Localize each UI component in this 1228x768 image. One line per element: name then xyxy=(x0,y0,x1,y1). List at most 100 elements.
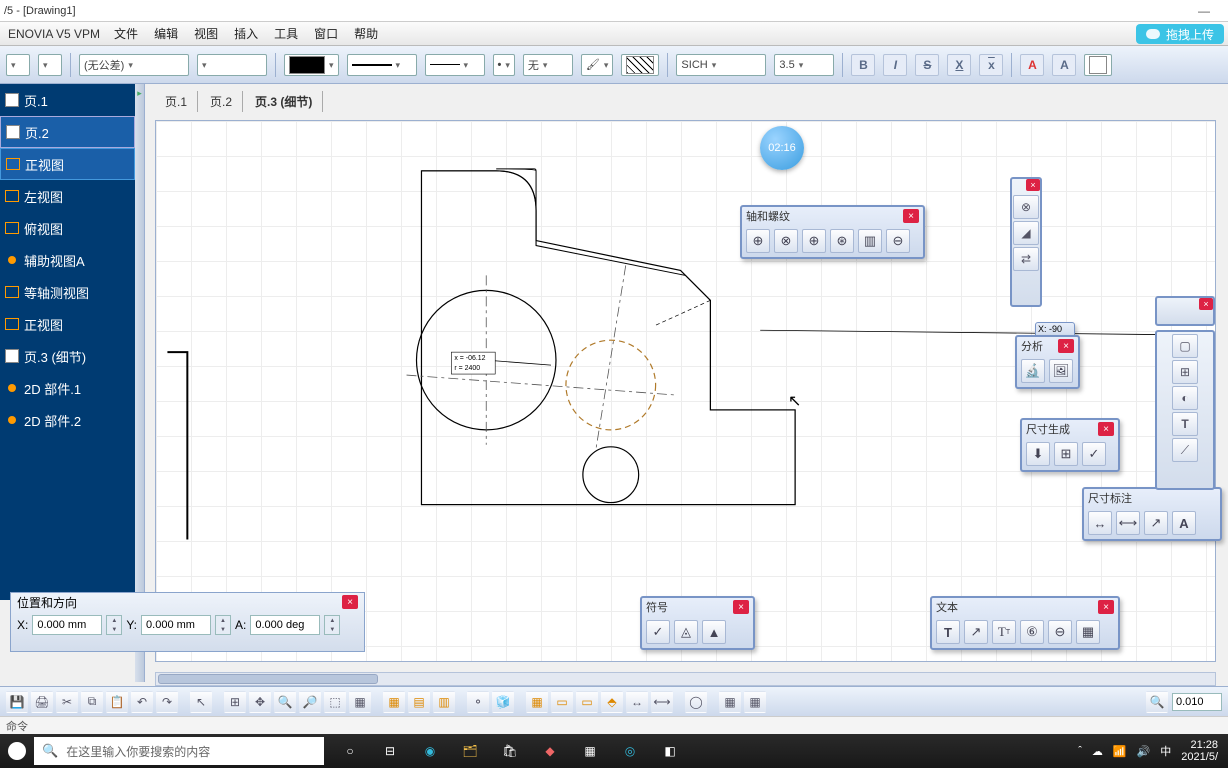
blank-dropdown-1[interactable] xyxy=(197,54,267,76)
symbol-btn-3[interactable]: ▲ xyxy=(702,620,726,644)
menu-help[interactable]: 帮助 xyxy=(346,25,386,42)
a-spinner[interactable]: ▲▼ xyxy=(324,615,340,635)
palette-mini-3[interactable]: ▢ ⊞ ◐ T ⟋ xyxy=(1155,330,1215,490)
app2-icon[interactable]: ▦ xyxy=(570,734,610,768)
zoom-input[interactable] xyxy=(1172,693,1222,711)
axis-btn-1[interactable]: ⊕ xyxy=(746,229,770,253)
overline-x-button[interactable]: x xyxy=(979,54,1003,76)
redo-icon[interactable]: ↷ xyxy=(156,691,178,713)
mini3-btn-5[interactable]: ⟋ xyxy=(1172,438,1198,462)
grid2-icon[interactable]: ▤ xyxy=(408,691,430,713)
palette-axis-thread[interactable]: 轴和螺纹× ⊕ ⊗ ⊕ ⊛ ▥ ⊖ xyxy=(740,205,925,259)
mini1-btn-3[interactable]: ⇄ xyxy=(1013,247,1039,271)
cloud-tray-icon[interactable]: ☁ xyxy=(1092,745,1103,758)
tree-item-sheet2[interactable]: 页.2 xyxy=(0,116,135,148)
close-icon[interactable]: × xyxy=(1098,422,1114,436)
a-input[interactable] xyxy=(250,615,320,635)
symbol-btn-1[interactable]: ✓ xyxy=(646,620,670,644)
axis-btn-2[interactable]: ⊗ xyxy=(774,229,798,253)
start-button[interactable] xyxy=(8,742,26,760)
palette-position-direction[interactable]: 位置和方向× X: ▲▼ Y: ▲▼ A: ▲▼ xyxy=(10,592,365,652)
tree-item-front-view-2[interactable]: 正视图 xyxy=(0,308,135,340)
tolerance-dropdown[interactable]: (无公差) xyxy=(79,54,189,76)
color-swatch-black[interactable] xyxy=(284,54,339,76)
zoomin-icon[interactable]: 🔍 xyxy=(274,691,296,713)
palette-mini-1[interactable]: × ⊗ ◢ ⇄ xyxy=(1010,177,1042,307)
tree-item-sheet3[interactable]: 页.3 (细节) xyxy=(0,340,135,372)
dimannot-btn-2[interactable]: ⟷ xyxy=(1116,511,1140,535)
misc2-icon[interactable]: ▦ xyxy=(744,691,766,713)
strike-button[interactable]: S xyxy=(915,54,939,76)
app4-icon[interactable]: ◧ xyxy=(650,734,690,768)
italic-button[interactable]: I xyxy=(883,54,907,76)
misc1-icon[interactable]: ▦ xyxy=(719,691,741,713)
menu-insert[interactable]: 插入 xyxy=(226,25,266,42)
grid3-icon[interactable]: ▥ xyxy=(433,691,455,713)
dimannot-btn-3[interactable]: ↗ xyxy=(1144,511,1168,535)
y-spinner[interactable]: ▲▼ xyxy=(215,615,231,635)
font-dropdown[interactable]: SICH xyxy=(676,54,766,76)
x-input[interactable] xyxy=(32,615,102,635)
close-icon[interactable]: × xyxy=(1058,339,1074,353)
tree-header[interactable]: 页.1 xyxy=(0,84,135,116)
tree-item-front-view[interactable]: 正视图 xyxy=(0,148,135,180)
tree-item-2dpart2[interactable]: 2D 部件.2 xyxy=(0,404,135,436)
axis-btn-3[interactable]: ⊕ xyxy=(802,229,826,253)
axis-btn-4[interactable]: ⊛ xyxy=(830,229,854,253)
grid4-icon[interactable]: ▦ xyxy=(526,691,548,713)
taskbar-clock[interactable]: 21:28 2021/5/ xyxy=(1181,739,1218,763)
app1-icon[interactable]: ◆ xyxy=(530,734,570,768)
layer1-icon[interactable]: ▭ xyxy=(551,691,573,713)
brush-icon-dropdown[interactable]: 🖌 xyxy=(581,54,614,76)
analysis-btn-2[interactable]: 🖼 xyxy=(1049,359,1073,383)
palette-symbol[interactable]: 符号× ✓ ◬ ▲ xyxy=(640,596,755,650)
edge-icon[interactable]: ◉ xyxy=(410,734,450,768)
none-dropdown[interactable]: 无 xyxy=(523,54,573,76)
palette-dim-gen[interactable]: 尺寸生成× ⬇ ⊞ ✓ xyxy=(1020,418,1120,472)
close-icon[interactable]: × xyxy=(1199,298,1213,310)
tool-b-icon[interactable]: 🧊 xyxy=(492,691,514,713)
tree-item-top-view[interactable]: 俯视图 xyxy=(0,212,135,244)
text-btn-datum[interactable]: ⊖ xyxy=(1048,620,1072,644)
text-btn-leader[interactable]: ↗ xyxy=(964,620,988,644)
mini1-btn-1[interactable]: ⊗ xyxy=(1013,195,1039,219)
tab-page2[interactable]: 页.2 xyxy=(200,91,243,112)
scrollbar-thumb[interactable] xyxy=(158,674,378,684)
dimannot-btn-1[interactable]: ↔ xyxy=(1088,511,1112,535)
close-icon[interactable]: × xyxy=(342,595,358,609)
axis-btn-6[interactable]: ⊖ xyxy=(886,229,910,253)
tool-dd-2[interactable] xyxy=(38,54,62,76)
layer2-icon[interactable]: ▭ xyxy=(576,691,598,713)
pan-icon[interactable]: ✥ xyxy=(249,691,271,713)
color-swatch-white[interactable] xyxy=(1084,54,1112,76)
tab-page1[interactable]: 页.1 xyxy=(155,91,198,112)
cut-icon[interactable]: ✂ xyxy=(56,691,78,713)
point-style-dropdown[interactable]: • xyxy=(493,54,515,76)
mini3-btn-1[interactable]: ▢ xyxy=(1172,334,1198,358)
fontsize-dropdown[interactable]: 3.5 xyxy=(774,54,834,76)
menu-edit[interactable]: 编辑 xyxy=(146,25,186,42)
hatch-pattern[interactable] xyxy=(621,54,659,76)
copy-icon[interactable]: ⧉ xyxy=(81,691,103,713)
tray-chevron-icon[interactable]: ˆ xyxy=(1078,745,1082,757)
palette-mini-2[interactable]: × xyxy=(1155,296,1215,326)
grid1-icon[interactable]: ▦ xyxy=(383,691,405,713)
dimgen-btn-2[interactable]: ⊞ xyxy=(1054,442,1078,466)
text-btn-Tt[interactable]: TT xyxy=(992,620,1016,644)
app3-icon[interactable]: ◎ xyxy=(610,734,650,768)
text-color-a[interactable]: A xyxy=(1020,54,1044,76)
tree-item-left-view[interactable]: 左视图 xyxy=(0,180,135,212)
bold-button[interactable]: B xyxy=(851,54,875,76)
print-icon[interactable]: 🖨 xyxy=(31,691,53,713)
task-view-icon[interactable]: ○ xyxy=(330,734,370,768)
minimize-button[interactable] xyxy=(1184,2,1224,20)
linestyle-dropdown[interactable] xyxy=(425,54,485,76)
analysis-btn-1[interactable]: 🔬 xyxy=(1021,359,1045,383)
dimannot-btn-4[interactable]: A xyxy=(1172,511,1196,535)
symbol-btn-2[interactable]: ◬ xyxy=(674,620,698,644)
close-icon[interactable]: × xyxy=(1026,179,1040,191)
palette-analysis[interactable]: 分析× 🔬 🖼 xyxy=(1015,335,1080,389)
tool-a-icon[interactable]: ⚬ xyxy=(467,691,489,713)
timer-bubble[interactable]: 02:16 xyxy=(760,126,804,170)
mini3-btn-2[interactable]: ⊞ xyxy=(1172,360,1198,384)
